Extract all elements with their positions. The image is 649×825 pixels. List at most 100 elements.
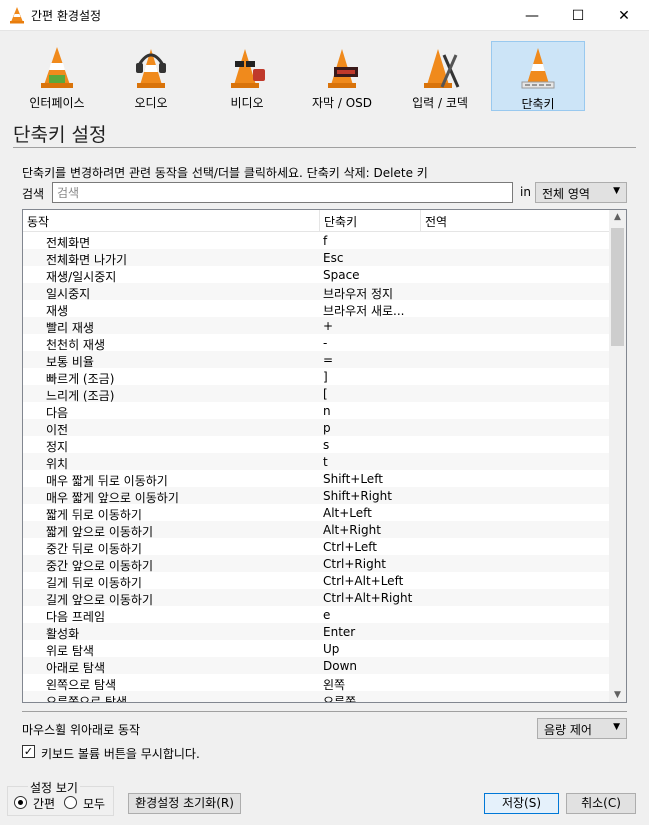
table-row[interactable]: 매우 짧게 뒤로 이동하기 Shift+Left <box>23 470 610 488</box>
ignore-volume-keys-label: 키보드 볼륨 버튼을 무시합니다. <box>41 747 200 761</box>
view-group-title: 설정 보기 <box>28 779 80 796</box>
category-hotkeys[interactable]: 단축키 <box>491 41 585 111</box>
column-header-global[interactable]: 전역 <box>425 213 447 230</box>
table-row[interactable]: 빨리 재생 + <box>23 317 610 335</box>
table-row[interactable]: 느리게 (조금)[ <box>23 385 610 403</box>
hotkey-cell: Esc <box>323 251 344 265</box>
wheel-action-value: 음량 제어 <box>544 723 592 737</box>
view-simple-radio[interactable] <box>14 796 27 809</box>
hotkey-table: 동작 단축키 전역 전체화면 f 전체화면 나가기 Esc 재생/일시중지 Space 일시… <box>22 209 627 703</box>
table-row[interactable]: 재생 브라우저 새로... <box>23 300 610 318</box>
category-label: 입력 / 코덱 <box>412 96 468 110</box>
hotkey-cell: Shift+Right <box>323 489 392 503</box>
scroll-up-icon[interactable]: ▲ <box>609 212 626 222</box>
table-row[interactable]: 짧게 앞으로 이동하기 Alt+Right <box>23 521 610 539</box>
in-label: in <box>520 185 531 199</box>
action-cell: 오른쪽으로 탐색 <box>46 695 128 703</box>
hotkey-cell: n <box>323 404 331 418</box>
window-title: 간편 환경설정 <box>31 9 102 23</box>
wheel-action-select[interactable]: 음량 제어 ▼ <box>537 718 627 739</box>
divider <box>22 711 627 712</box>
table-row[interactable]: 활성화 Enter <box>23 623 610 641</box>
table-row[interactable]: 중간 뒤로 이동하기 Ctrl+Left <box>23 538 610 556</box>
hotkey-cell: ] <box>323 370 328 384</box>
hotkey-cell: Ctrl+Right <box>323 557 387 571</box>
audio-headphones-icon <box>136 49 166 88</box>
table-row[interactable]: 빠르게 (조금)] <box>23 368 610 386</box>
search-scope-select[interactable]: 전체 영역 ▼ <box>535 182 627 203</box>
table-row[interactable]: 매우 짧게 앞으로 이동하기 Shift+Right <box>23 487 610 505</box>
ignore-volume-keys-checkbox[interactable]: ✓ <box>22 745 35 758</box>
hotkey-hint: 단축키를 변경하려면 관련 동작을 선택/더블 클릭하세요. 단축키 삭제: D… <box>22 166 428 180</box>
column-divider[interactable] <box>319 210 320 232</box>
subtitle-osd-icon <box>328 49 358 88</box>
title-bar: 간편 환경설정 — ☐ ✕ <box>0 0 649 31</box>
search-scope-value: 전체 영역 <box>542 187 590 201</box>
video-glasses-icon <box>231 49 265 88</box>
table-row[interactable]: 왼쪽으로 탐색 왼쪽 <box>23 674 610 692</box>
hotkey-cell: Enter <box>323 625 356 639</box>
table-row[interactable]: 정지 s <box>23 436 610 454</box>
search-input[interactable] <box>52 182 513 203</box>
input-codec-icon <box>424 49 460 88</box>
reset-preferences-button[interactable]: 환경설정 초기화(R) <box>128 793 241 814</box>
hotkey-cell: e <box>323 608 331 622</box>
view-simple-label: 간편 <box>33 797 56 811</box>
table-row[interactable]: 길게 뒤로 이동하기 Ctrl+Alt+Left <box>23 572 610 590</box>
hotkey-cell: f <box>323 234 328 248</box>
hotkey-cell: Ctrl+Left <box>323 540 377 554</box>
category-audio[interactable]: 오디오 <box>104 41 198 111</box>
hotkey-cell: + <box>323 319 334 333</box>
category-label: 오디오 <box>134 96 168 110</box>
hotkey-cell: - <box>323 336 328 350</box>
hotkey-cell: Alt+Left <box>323 506 372 520</box>
category-label: 인터페이스 <box>29 96 85 110</box>
scroll-thumb[interactable] <box>611 228 624 346</box>
scroll-down-icon[interactable]: ▼ <box>609 690 626 700</box>
category-interface[interactable]: 인터페이스 <box>10 41 104 111</box>
cancel-button[interactable]: 취소(C) <box>566 793 636 814</box>
minimize-button[interactable]: — <box>509 0 555 31</box>
table-row[interactable]: 다음 프레임 e <box>23 606 610 624</box>
view-all-radio[interactable] <box>64 796 77 809</box>
table-row[interactable]: 다음 n <box>23 402 610 420</box>
table-row[interactable]: 일시중지 브라우저 정지 <box>23 283 610 301</box>
table-row[interactable]: 보통 비율 = <box>23 351 610 369</box>
vertical-scrollbar[interactable]: ▲ ▼ <box>609 210 626 702</box>
section-divider <box>13 147 636 148</box>
section-title: 단축키 설정 <box>13 124 107 146</box>
table-row[interactable]: 천천히 재생 - <box>23 334 610 352</box>
close-button[interactable]: ✕ <box>601 0 647 31</box>
vlc-cone-icon <box>10 7 24 24</box>
table-row[interactable]: 오른쪽으로 탐색 오른쪽 <box>23 691 610 703</box>
table-row[interactable]: 이전 p <box>23 419 610 437</box>
maximize-button[interactable]: ☐ <box>555 0 601 31</box>
category-input-codec[interactable]: 입력 / 코덱 <box>393 41 487 111</box>
table-header: 동작 단축키 전역 <box>23 210 610 232</box>
column-header-action[interactable]: 동작 <box>27 213 49 230</box>
category-label: 단축키 <box>521 97 555 111</box>
table-row[interactable]: 아래로 탐색 Down <box>23 657 610 675</box>
table-row[interactable]: 위치 t <box>23 453 610 471</box>
category-video[interactable]: 비디오 <box>200 41 294 111</box>
table-row[interactable]: 전체화면 나가기 Esc <box>23 249 610 267</box>
hotkey-cell: [ <box>323 387 328 401</box>
hotkey-cell: t <box>323 455 328 469</box>
chevron-down-icon: ▼ <box>613 722 620 732</box>
column-divider[interactable] <box>420 210 421 232</box>
table-row[interactable]: 전체화면 f <box>23 232 610 250</box>
column-header-hotkey[interactable]: 단축키 <box>324 213 357 230</box>
category-label: 자막 / OSD <box>311 96 373 110</box>
save-button[interactable]: 저장(S) <box>484 793 559 814</box>
category-subtitle-osd[interactable]: 자막 / OSD <box>295 41 389 111</box>
hotkey-cell: Up <box>323 642 340 656</box>
table-row[interactable]: 재생/일시중지 Space <box>23 266 610 284</box>
hotkey-cell: Shift+Left <box>323 472 383 486</box>
hotkey-cell: Alt+Right <box>323 523 381 537</box>
search-label: 검색 <box>22 187 45 201</box>
table-row[interactable]: 길게 앞으로 이동하기 Ctrl+Alt+Right <box>23 589 610 607</box>
hotkey-cell: = <box>323 353 334 367</box>
table-row[interactable]: 짧게 뒤로 이동하기 Alt+Left <box>23 504 610 522</box>
table-row[interactable]: 위로 탐색 Up <box>23 640 610 658</box>
table-row[interactable]: 중간 앞으로 이동하기 Ctrl+Right <box>23 555 610 573</box>
